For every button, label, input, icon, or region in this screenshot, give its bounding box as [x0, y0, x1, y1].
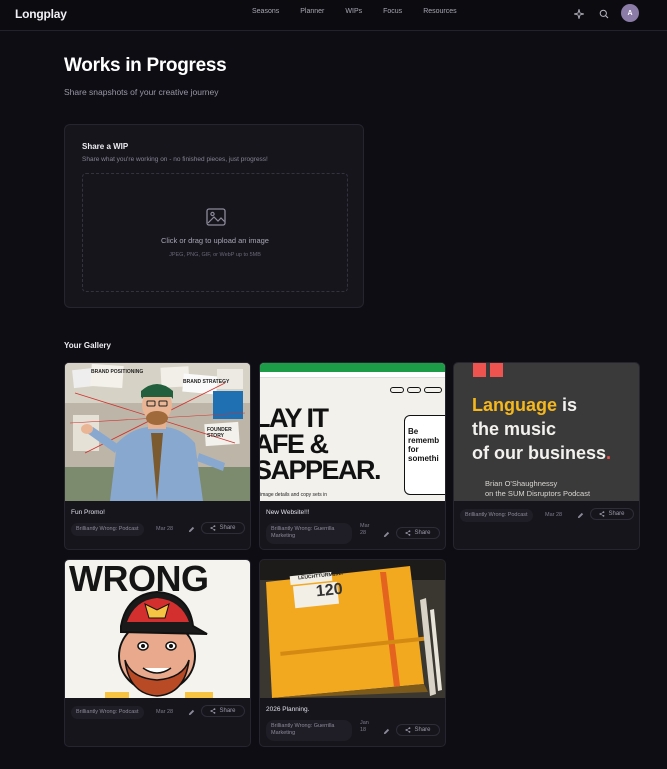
- top-nav: Longplay Seasons Planner WIPs Focus Reso…: [0, 0, 667, 31]
- share-label: Share: [219, 525, 236, 531]
- project-tag[interactable]: Brilliantly Wrong: Podcast: [460, 509, 533, 523]
- share-button[interactable]: Share: [201, 705, 245, 717]
- share-button[interactable]: Share: [590, 508, 634, 520]
- project-tag[interactable]: Brilliantly Wrong: Guerrilla Marketing: [266, 523, 352, 544]
- image-text: 120: [315, 580, 344, 601]
- image-text: LAY IT: [260, 403, 329, 433]
- gallery-card: LEUCHTTURM1917 120 2026 Planning. Brilli…: [259, 559, 446, 747]
- wip-image[interactable]: WRONG: [65, 560, 250, 698]
- page-title: Works in Progress: [64, 55, 227, 76]
- card-date: Jan 18: [360, 720, 369, 734]
- browser-bar: [260, 363, 445, 372]
- card-date: Mar 28: [545, 512, 563, 518]
- wip-image[interactable]: Language is the music of our business. B…: [454, 363, 639, 501]
- nav-links: Seasons Planner WIPs Focus Resources: [252, 8, 478, 15]
- wip-image[interactable]: LAY IT AFE & SAPPEAR. Be rememb for some…: [260, 363, 445, 501]
- image-text: on the SUM Disruptors Podcast: [485, 489, 591, 498]
- page-subtitle: Share snapshots of your creative journey: [64, 87, 219, 97]
- upload-description: Share what you're working on - no finish…: [82, 156, 268, 163]
- nav-link-wips[interactable]: WIPs: [345, 8, 362, 15]
- share-icon: [405, 727, 411, 733]
- gallery-card: BRAND POSITIONING BRAND STRATEGY FOUNDER…: [64, 362, 251, 550]
- card-title: New Website!!!: [266, 509, 310, 516]
- wip-image[interactable]: BRAND POSITIONING BRAND STRATEGY FOUNDER…: [65, 363, 250, 501]
- nav-link-focus[interactable]: Focus: [383, 8, 402, 15]
- edit-icon[interactable]: [381, 529, 391, 539]
- project-tag[interactable]: Brilliantly Wrong: Guerrilla Marketing: [266, 720, 352, 741]
- image-text: .: [606, 443, 612, 463]
- edit-icon[interactable]: [381, 726, 391, 736]
- upload-hint: JPEG, PNG, GIF, or WebP up to 5MB: [169, 252, 261, 258]
- edit-icon[interactable]: [575, 510, 585, 520]
- share-icon: [210, 525, 216, 531]
- card-date: Mar 28: [156, 709, 174, 715]
- image-text: Be rememb for somethi: [408, 427, 440, 463]
- upload-dropzone[interactable]: Click or drag to upload an image JPEG, P…: [82, 173, 348, 292]
- card-date: Mar 28: [360, 523, 370, 537]
- share-label: Share: [414, 530, 431, 536]
- gallery-card: WRONG Brilliantly Wrong: Podcast Mar 28 …: [64, 559, 251, 747]
- edit-icon[interactable]: [186, 707, 196, 717]
- wip-image[interactable]: LEUCHTTURM1917 120: [260, 560, 445, 698]
- image-text: BRAND POSITIONING: [91, 369, 144, 375]
- nav-link-seasons[interactable]: Seasons: [252, 8, 279, 15]
- share-label: Share: [219, 708, 236, 714]
- share-button[interactable]: Share: [201, 522, 245, 534]
- card-title: 2026 Planning.: [266, 706, 310, 713]
- image-text: FOUNDER STORY: [207, 427, 232, 439]
- card-date: Mar 28: [156, 526, 174, 532]
- nav-link-resources[interactable]: Resources: [423, 8, 456, 15]
- upload-label: Click or drag to upload an image: [161, 236, 269, 245]
- image-text: BRAND STRATEGY: [183, 379, 230, 385]
- card-title: Fun Promo!: [71, 509, 105, 516]
- share-button[interactable]: Share: [396, 527, 440, 539]
- gallery-card: Language is the music of our business. B…: [453, 362, 640, 550]
- share-label: Share: [608, 511, 625, 517]
- image-text: Brian O'Shaughnessy: [485, 479, 558, 488]
- upload-title: Share a WIP: [82, 142, 129, 151]
- share-icon: [405, 530, 411, 536]
- share-icon: [210, 708, 216, 714]
- image-text: is: [562, 395, 578, 415]
- image-text: Language: [472, 395, 558, 415]
- gallery-card: LAY IT AFE & SAPPEAR. Be rememb for some…: [259, 362, 446, 550]
- image-text: image details and copy sets in: [260, 492, 327, 498]
- image-text: AFE &: [260, 429, 329, 459]
- image-icon: [205, 207, 227, 227]
- nav-link-planner[interactable]: Planner: [300, 8, 324, 15]
- image-text: of our business: [472, 443, 607, 463]
- app-logo[interactable]: Longplay: [15, 7, 67, 21]
- avatar[interactable]: A: [621, 4, 639, 22]
- edit-icon[interactable]: [186, 524, 196, 534]
- project-tag[interactable]: Brilliantly Wrong: Podcast: [71, 523, 144, 537]
- upload-card: Share a WIP Share what you're working on…: [64, 124, 364, 308]
- image-text: the music: [472, 419, 557, 439]
- share-button[interactable]: Share: [396, 724, 440, 736]
- sparkle-icon[interactable]: [572, 7, 586, 21]
- project-tag[interactable]: Brilliantly Wrong: Podcast: [71, 706, 144, 720]
- share-label: Share: [414, 727, 431, 733]
- search-icon[interactable]: [597, 7, 611, 21]
- gallery-title: Your Gallery: [64, 341, 111, 350]
- share-icon: [599, 511, 605, 517]
- image-text: SAPPEAR.: [260, 455, 382, 485]
